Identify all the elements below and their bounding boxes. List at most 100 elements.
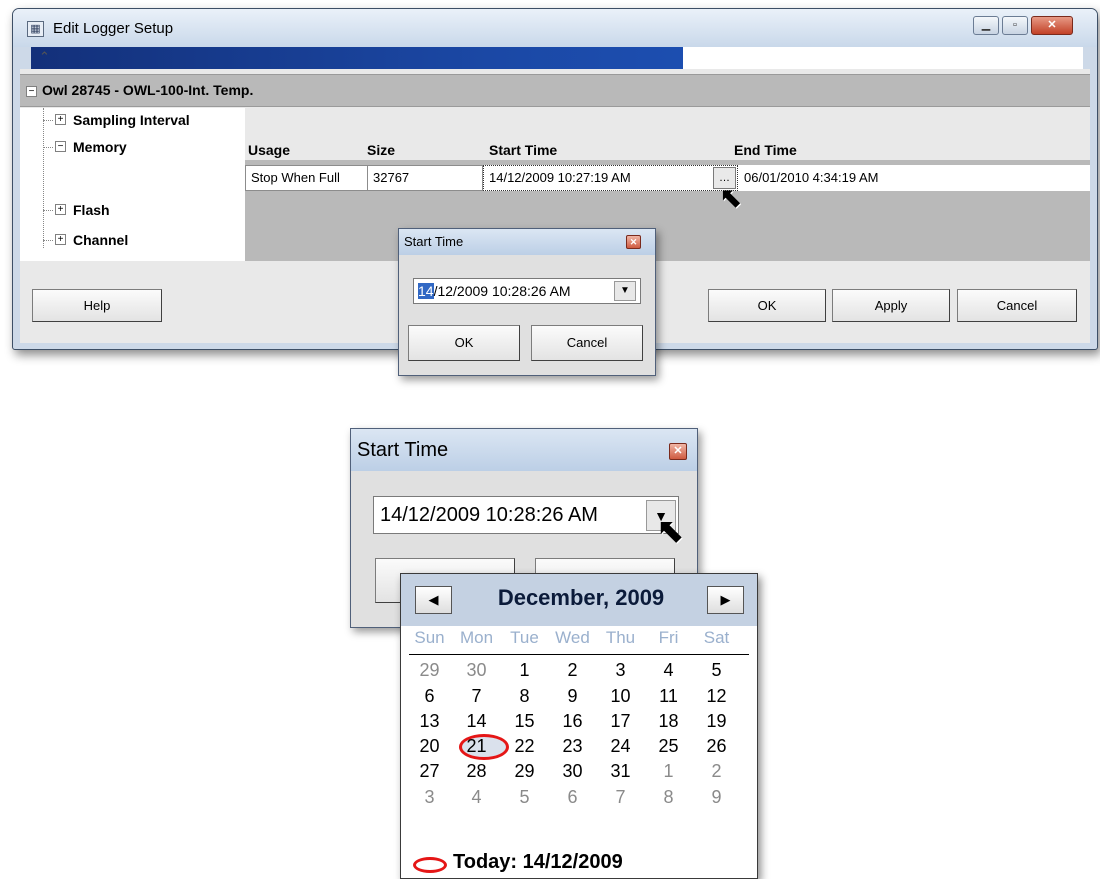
- selected-day-segment: 14: [418, 283, 434, 299]
- dialog-title: Start Time: [357, 439, 449, 461]
- calendar-day[interactable]: 11: [648, 683, 689, 709]
- dialog-title-bar[interactable]: Start Time: [351, 429, 697, 471]
- ok-button[interactable]: OK: [708, 289, 826, 322]
- dialog-cancel-button[interactable]: Cancel: [531, 325, 643, 361]
- tree-item-sampling-interval[interactable]: Sampling Interval: [73, 112, 190, 128]
- start-time-picker[interactable]: 14/12/2009 10:28:26 AM ▼: [413, 278, 641, 304]
- expand-icon[interactable]: +: [55, 204, 66, 215]
- maximize-button[interactable]: ▫: [1002, 16, 1028, 35]
- calendar-day[interactable]: 2: [696, 758, 737, 784]
- weekday-label: Sat: [703, 628, 730, 647]
- calendar-day[interactable]: 16: [552, 708, 593, 734]
- progress-fill: [31, 47, 684, 69]
- tree-connector: [43, 120, 53, 121]
- apply-button[interactable]: Apply: [832, 289, 950, 322]
- calendar-day[interactable]: 1: [504, 657, 545, 683]
- calendar-month-title[interactable]: December, 2009: [461, 585, 701, 611]
- mouse-pointer-icon: ⬉: [719, 182, 743, 213]
- calendar-day[interactable]: 8: [648, 784, 689, 810]
- calendar-day[interactable]: 19: [696, 708, 737, 734]
- calendar-day[interactable]: 24: [600, 733, 641, 759]
- calendar-day[interactable]: 7: [456, 683, 497, 709]
- collapse-icon[interactable]: −: [55, 141, 66, 152]
- calendar-day[interactable]: 21: [456, 733, 497, 759]
- calendar-day[interactable]: 5: [696, 657, 737, 683]
- calendar-day[interactable]: 17: [600, 708, 641, 734]
- today-marker-icon: [413, 857, 447, 873]
- usage-field[interactable]: Stop When Full: [245, 165, 368, 191]
- previous-month-button[interactable]: ◀: [415, 586, 452, 614]
- calendar-day[interactable]: 28: [456, 758, 497, 784]
- calendar-day[interactable]: 12: [696, 683, 737, 709]
- close-icon[interactable]: ✕: [626, 235, 641, 249]
- weekday-label: Fri: [658, 628, 679, 647]
- today-link[interactable]: Today: 14/12/2009: [453, 851, 623, 874]
- tree-connector: [43, 147, 53, 148]
- calendar-day[interactable]: 3: [600, 657, 641, 683]
- calendar-day[interactable]: 29: [409, 657, 450, 683]
- tree-item-flash[interactable]: Flash: [73, 202, 110, 218]
- calendar-day[interactable]: 6: [409, 683, 450, 709]
- end-time-field[interactable]: 06/01/2010 4:34:19 AM: [738, 165, 1090, 191]
- calendar-day[interactable]: 30: [552, 758, 593, 784]
- weekday-label: Mon: [459, 628, 494, 647]
- calendar-day[interactable]: 6: [552, 784, 593, 810]
- start-time-field[interactable]: 14/12/2009 10:27:19 AM: [483, 165, 738, 191]
- dropdown-arrow-icon[interactable]: ▼: [614, 281, 636, 301]
- calendar-day[interactable]: 2: [552, 657, 593, 683]
- calendar-day[interactable]: 10: [600, 683, 641, 709]
- calendar-day[interactable]: 27: [409, 758, 450, 784]
- close-icon[interactable]: ✕: [669, 443, 687, 460]
- device-label: Owl 28745 - OWL-100-Int. Temp.: [42, 82, 254, 98]
- collapse-device-icon[interactable]: −: [26, 86, 37, 97]
- settings-tree: + Sampling Interval − Memory + Flash + C…: [20, 108, 245, 261]
- calendar-day[interactable]: 8: [504, 683, 545, 709]
- tree-item-memory[interactable]: Memory: [73, 139, 127, 155]
- dialog-ok-button[interactable]: OK: [408, 325, 520, 361]
- minimize-button[interactable]: ▁: [973, 16, 999, 35]
- calendar-day[interactable]: 9: [552, 683, 593, 709]
- start-time-picker[interactable]: 14/12/2009 10:28:26 AM: [373, 496, 679, 534]
- close-button[interactable]: ✕: [1031, 16, 1073, 35]
- calendar-day[interactable]: 25: [648, 733, 689, 759]
- calendar-day[interactable]: 3: [409, 784, 450, 810]
- calendar-day[interactable]: 31: [600, 758, 641, 784]
- tree-item-channel[interactable]: Channel: [73, 232, 128, 248]
- expand-icon[interactable]: +: [55, 234, 66, 245]
- cancel-button[interactable]: Cancel: [957, 289, 1077, 322]
- calendar-day[interactable]: 30: [456, 657, 497, 683]
- calendar-day[interactable]: 7: [600, 784, 641, 810]
- expand-icon[interactable]: +: [55, 114, 66, 125]
- usage-header: Usage: [248, 142, 291, 158]
- calendar-day[interactable]: 26: [696, 733, 737, 759]
- weekday-divider: [409, 654, 749, 655]
- calendar-day[interactable]: 9: [696, 784, 737, 810]
- calendar-day[interactable]: 29: [504, 758, 545, 784]
- calendar-day[interactable]: 23: [552, 733, 593, 759]
- weekday-label: Sun: [414, 628, 445, 647]
- help-button[interactable]: Help: [32, 289, 162, 322]
- logger-app-icon: ▦: [27, 21, 44, 37]
- calendar-day[interactable]: 22: [504, 733, 545, 759]
- tree-connector: [43, 240, 53, 241]
- datetime-rest: /12/2009 10:28:26 AM: [433, 283, 571, 299]
- next-month-button[interactable]: ▶: [707, 586, 744, 614]
- size-field[interactable]: 32767: [367, 165, 483, 191]
- device-header-row[interactable]: − Owl 28745 - OWL-100-Int. Temp.: [20, 74, 1090, 107]
- dialog-title-bar[interactable]: Start Time: [399, 229, 655, 255]
- progress-strip: ⌃: [31, 47, 1083, 69]
- size-header: Size: [367, 142, 396, 158]
- window-title: Edit Logger Setup: [53, 20, 174, 37]
- calendar-day[interactable]: 20: [409, 733, 450, 759]
- start-time-header: Start Time: [489, 142, 558, 158]
- calendar-day[interactable]: 5: [504, 784, 545, 810]
- calendar-day[interactable]: 15: [504, 708, 545, 734]
- calendar-day[interactable]: 14: [456, 708, 497, 734]
- title-bar[interactable]: ▦ Edit Logger Setup ▁ ▫ ✕: [13, 9, 1097, 47]
- calendar-day[interactable]: 4: [648, 657, 689, 683]
- calendar-day[interactable]: 13: [409, 708, 450, 734]
- calendar-day[interactable]: 18: [648, 708, 689, 734]
- calendar-day[interactable]: 1: [648, 758, 689, 784]
- calendar-day[interactable]: 4: [456, 784, 497, 810]
- weekday-label: Thu: [605, 628, 636, 647]
